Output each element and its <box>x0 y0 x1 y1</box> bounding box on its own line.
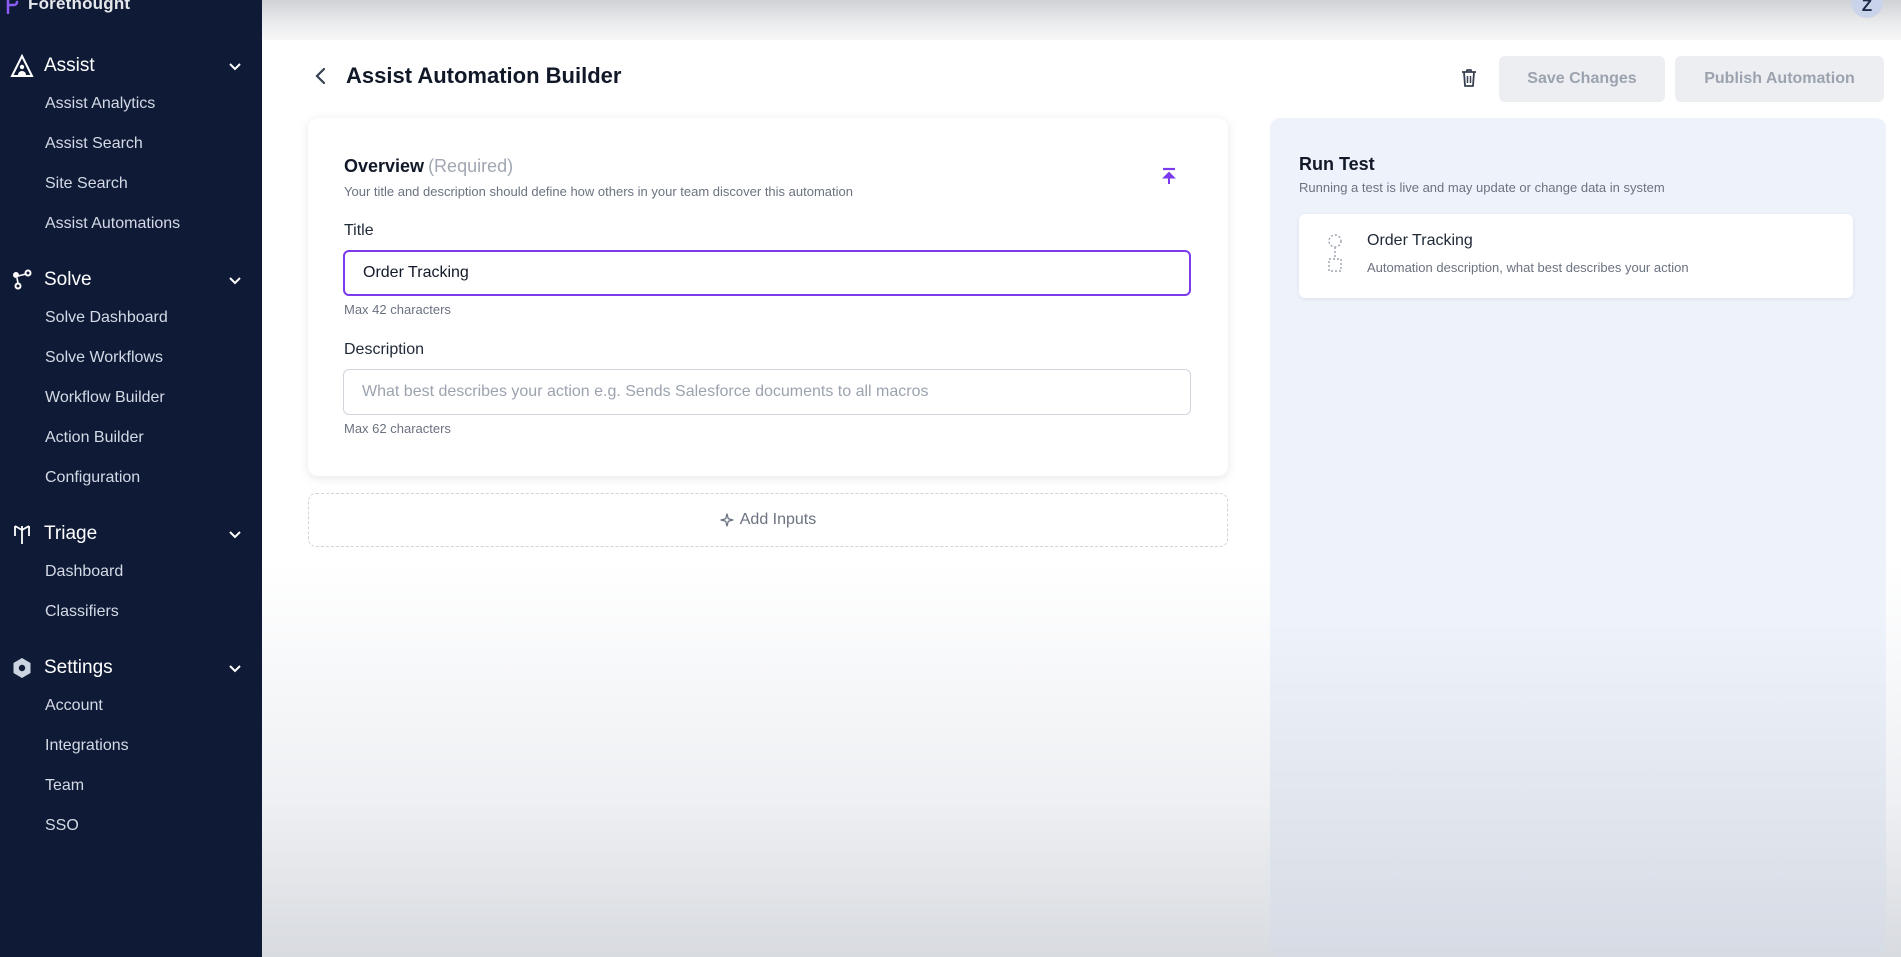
sidebar-item-site-search[interactable]: Site Search <box>0 164 262 204</box>
publish-automation-button[interactable]: Publish Automation <box>1675 56 1884 102</box>
brand-name: Forethought <box>28 0 131 13</box>
sidebar-item-integrations[interactable]: Integrations <box>0 726 262 766</box>
chevron-down-icon <box>229 63 241 71</box>
sparkle-icon <box>720 513 734 527</box>
sidebar-item-assist-search[interactable]: Assist Search <box>0 124 262 164</box>
solve-icon <box>8 266 36 294</box>
sidebar-section-assist: Assist Assist Analytics Assist Search Si… <box>0 48 262 244</box>
sidebar-item-assist-analytics[interactable]: Assist Analytics <box>0 84 262 124</box>
description-input[interactable] <box>343 369 1191 415</box>
sidebar-section-title: Triage <box>44 523 98 544</box>
brand[interactable]: Forethought <box>6 0 130 16</box>
sidebar-section-settings: Settings Account Integrations Team SSO <box>0 650 262 846</box>
sidebar-section-solve: Solve Solve Dashboard Solve Workflows Wo… <box>0 262 262 498</box>
sidebar-item-dashboard[interactable]: Dashboard <box>0 552 262 592</box>
sidebar-item-configuration[interactable]: Configuration <box>0 458 262 498</box>
overview-card: Overview (Required) Your title and descri… <box>308 118 1228 476</box>
run-test-card-description: Automation description, what best descri… <box>1367 260 1689 275</box>
title-input[interactable] <box>343 250 1191 296</box>
add-inputs-label: Add Inputs <box>739 511 817 528</box>
sidebar-item-action-builder[interactable]: Action Builder <box>0 418 262 458</box>
sidebar-item-classifiers[interactable]: Classifiers <box>0 592 262 632</box>
triage-icon <box>8 520 36 548</box>
sidebar-section-header-settings[interactable]: Settings <box>0 650 262 686</box>
overview-heading: Overview (Required) <box>344 156 513 177</box>
trash-icon[interactable] <box>1459 67 1479 89</box>
sidebar-section-triage: Triage Dashboard Classifiers <box>0 516 262 632</box>
chevron-down-icon <box>229 277 241 285</box>
add-inputs-button[interactable]: Add Inputs <box>308 493 1228 547</box>
run-test-automation-card[interactable]: Order Tracking Automation description, w… <box>1299 214 1853 298</box>
avatar[interactable]: Z <box>1851 0 1883 18</box>
run-test-card-title: Order Tracking <box>1367 232 1473 249</box>
main-content: Z Assist Automation Builder Save Changes… <box>262 0 1901 957</box>
sidebar-item-team[interactable]: Team <box>0 766 262 806</box>
gear-icon <box>8 654 36 682</box>
page-header: Assist Automation Builder <box>310 58 621 94</box>
run-test-panel: Run Test Running a test is live and may … <box>1270 118 1886 957</box>
assist-icon <box>8 52 36 80</box>
top-bar: Z <box>262 0 1901 40</box>
save-changes-button[interactable]: Save Changes <box>1499 56 1665 102</box>
description-label: Description <box>344 341 425 358</box>
sidebar-section-header-assist[interactable]: Assist <box>0 48 262 84</box>
sidebar-section-header-triage[interactable]: Triage <box>0 516 262 552</box>
back-arrow-icon[interactable] <box>310 65 332 87</box>
chevron-down-icon <box>229 531 241 539</box>
sidebar-section-title: Settings <box>44 657 113 678</box>
page-title: Assist Automation Builder <box>346 63 622 88</box>
flow-steps-icon <box>1328 234 1342 272</box>
sidebar-section-title: Solve <box>44 269 92 290</box>
overview-subtitle: Your title and description should define… <box>344 184 853 199</box>
sidebar-section-title: Assist <box>44 55 95 76</box>
title-label: Title <box>344 222 374 239</box>
description-hint: Max 62 characters <box>344 421 451 436</box>
required-label: (Required) <box>428 156 514 176</box>
chevron-down-icon <box>229 665 241 673</box>
title-hint: Max 42 characters <box>344 302 451 317</box>
sidebar: Forethought Assist Assist Analytics Assi… <box>0 0 262 957</box>
collapse-up-icon[interactable] <box>1160 166 1178 186</box>
run-test-title: Run Test <box>1299 154 1375 174</box>
run-test-subtitle: Running a test is live and may update or… <box>1299 180 1665 195</box>
sidebar-item-workflow-builder[interactable]: Workflow Builder <box>0 378 262 418</box>
sidebar-section-header-solve[interactable]: Solve <box>0 262 262 298</box>
forethought-logo <box>6 0 19 14</box>
sidebar-item-sso[interactable]: SSO <box>0 806 262 846</box>
sidebar-item-account[interactable]: Account <box>0 686 262 726</box>
sidebar-item-solve-dashboard[interactable]: Solve Dashboard <box>0 298 262 338</box>
sidebar-item-solve-workflows[interactable]: Solve Workflows <box>0 338 262 378</box>
overview-title: Overview <box>344 156 425 176</box>
sidebar-item-assist-automations[interactable]: Assist Automations <box>0 204 262 244</box>
